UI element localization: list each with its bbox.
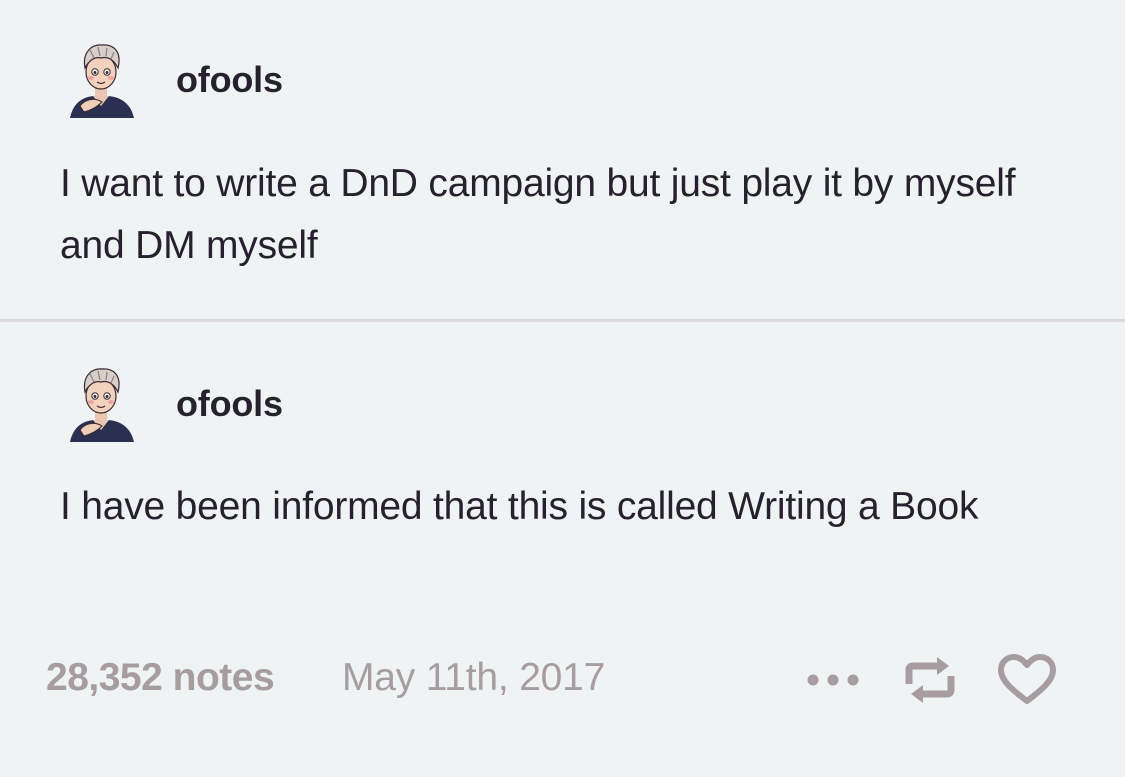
more-options-icon xyxy=(807,674,859,686)
username-link[interactable]: ofools xyxy=(176,383,283,425)
post-reply: ofools I have been informed that this is… xyxy=(0,322,1125,622)
username-link[interactable]: ofools xyxy=(176,59,283,101)
notes-count[interactable]: 28,352 notes xyxy=(46,656,275,700)
post-original: ofools I want to write a DnD campaign bu… xyxy=(0,0,1125,320)
reblog-button[interactable] xyxy=(900,650,960,710)
post-date[interactable]: May 11th, 2017 xyxy=(342,656,605,700)
post-text: I want to write a DnD campaign but just … xyxy=(60,162,1016,267)
post-header: ofools xyxy=(66,364,283,444)
post-footer: 28,352 notes May 11th, 2017 xyxy=(0,650,1125,710)
more-options-button[interactable] xyxy=(803,650,863,710)
post-text: I have been informed that this is called… xyxy=(60,485,979,528)
post-header: ofools xyxy=(66,40,283,120)
like-button[interactable] xyxy=(997,650,1057,710)
avatar-icon[interactable] xyxy=(66,40,136,120)
reblog-icon xyxy=(905,657,955,703)
heart-icon xyxy=(998,654,1056,704)
avatar-icon[interactable] xyxy=(66,364,136,444)
